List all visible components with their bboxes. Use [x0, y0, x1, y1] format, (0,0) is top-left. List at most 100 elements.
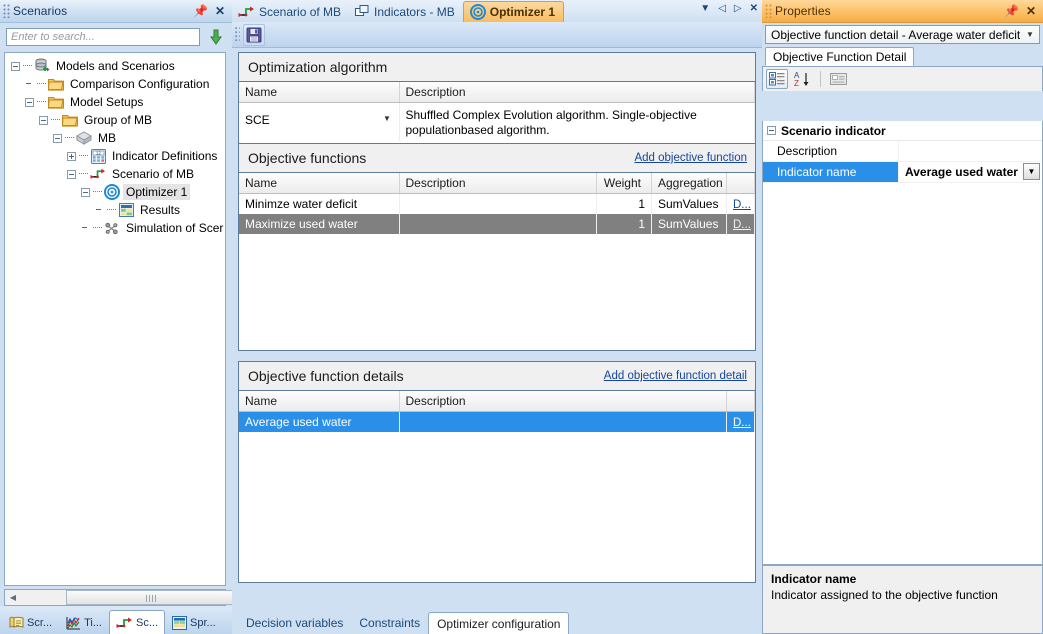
optimization-algorithm-grid[interactable]: Name Description SCE ▼ Shuffled Complex …	[239, 82, 755, 141]
column-header-name[interactable]: Name	[239, 391, 400, 412]
property-grid[interactable]: Scenario indicator Description Indicator …	[762, 121, 1043, 565]
tab-objective-function-detail[interactable]: Objective Function Detail	[765, 47, 915, 66]
close-icon[interactable]: ✕	[215, 5, 225, 17]
property-pages-icon[interactable]	[827, 69, 849, 89]
collapse-icon[interactable]	[11, 61, 20, 71]
objective-function-detail-link[interactable]: D...	[733, 219, 751, 231]
sidebar-doc-tab-3[interactable]: Spr...	[165, 610, 223, 634]
toolbar-separator	[820, 71, 821, 87]
tree-item-optimizer-1[interactable]: Optimizer 1	[5, 183, 225, 201]
document-tab-0[interactable]: Scenario of MB	[232, 1, 349, 22]
close-icon[interactable]: ✕	[750, 3, 758, 14]
tree-item-results[interactable]: Results	[5, 201, 225, 219]
chevron-down-icon[interactable]: ▼	[380, 110, 395, 127]
scenarios-panel: Scenarios 📌 ✕ Enter to search... Models …	[0, 0, 236, 634]
next-arrow-icon[interactable]: ▷	[734, 3, 742, 14]
column-header-weight[interactable]: Weight	[596, 173, 652, 194]
pin-icon[interactable]: 📌	[193, 5, 208, 17]
collapse-icon[interactable]	[767, 126, 776, 135]
toolbar-grip-icon[interactable]	[235, 26, 240, 43]
column-header-description[interactable]: Description	[399, 82, 755, 103]
categorized-icon[interactable]	[766, 69, 788, 89]
scroll-track[interactable]	[21, 590, 236, 605]
column-header-name[interactable]: Name	[239, 173, 400, 194]
properties-toolbar: A Z	[762, 67, 1043, 91]
tree-item-comparison-configuration[interactable]: Comparison Configuration	[5, 75, 225, 93]
table-header-row: Name Description	[239, 82, 755, 103]
column-header-description[interactable]: Description	[399, 173, 597, 194]
collapse-icon[interactable]	[39, 115, 48, 125]
down-arrow-icon[interactable]	[206, 27, 226, 47]
tab-navigation: ▼ ◁ ▷ ✕	[700, 3, 758, 14]
close-icon[interactable]: ✕	[1026, 5, 1036, 17]
table-row[interactable]: SCE ▼ Shuffled Complex Evolution algorit…	[239, 102, 755, 141]
collapse-icon[interactable]	[67, 169, 76, 179]
objective-function-detail-link[interactable]: D...	[733, 199, 751, 211]
add-objective-function-detail-link[interactable]: Add objective function detail	[604, 370, 747, 382]
tree-item-indicator-definitions[interactable]: 12 Indicator Definitions	[5, 147, 225, 165]
tab-label: Optimizer 1	[489, 5, 556, 19]
scroll-thumb[interactable]	[66, 590, 236, 605]
collapse-icon[interactable]	[53, 133, 62, 143]
property-category-row[interactable]: Scenario indicator	[763, 121, 1042, 141]
column-header-aggregation[interactable]: Aggregation	[651, 173, 727, 194]
tree-connector	[65, 137, 74, 139]
chevron-down-icon[interactable]: ▼	[1023, 30, 1037, 39]
alphabetical-sort-icon[interactable]: A Z	[792, 69, 814, 89]
collapse-icon[interactable]	[81, 187, 90, 197]
pin-icon[interactable]: 📌	[1004, 5, 1019, 17]
table-row[interactable]: Maximize used water 1 SumValues D...	[239, 214, 755, 234]
view-tab-2[interactable]: Optimizer configuration	[428, 612, 570, 634]
table-header-row: Name Description Weight Aggregation	[239, 173, 755, 194]
expand-icon[interactable]	[67, 151, 76, 161]
search-input[interactable]: Enter to search...	[6, 28, 200, 46]
view-tab-0[interactable]: Decision variables	[238, 612, 351, 634]
detail-link[interactable]: D...	[733, 417, 751, 429]
prev-arrow-icon[interactable]: ◁	[718, 3, 726, 14]
tree-item-simulation-of-scer[interactable]: Simulation of Scer	[5, 219, 225, 237]
tree-item-model-setups[interactable]: Model Setups	[5, 93, 225, 111]
tree-item-label: Scenario of MB	[112, 167, 195, 181]
objective-functions-grid[interactable]: Name Description Weight Aggregation Mini…	[239, 173, 755, 234]
objective-function-details-grid[interactable]: Name Description Average used water D...	[239, 391, 755, 432]
tree-item-group-of-mb[interactable]: Group of MB	[5, 111, 225, 129]
add-objective-function-link[interactable]: Add objective function	[634, 152, 747, 164]
sidebar-doc-tab-1[interactable]: Ti...	[59, 610, 109, 634]
table-row[interactable]: Minimze water deficit 1 SumValues D...	[239, 193, 755, 214]
save-icon[interactable]	[243, 23, 265, 46]
drag-grip-icon[interactable]	[3, 4, 10, 18]
document-area: Scenario of MB Indicators - MB Optimizer 1…	[232, 0, 762, 634]
tree-item-models-and-scenarios[interactable]: Models and Scenarios	[5, 57, 225, 75]
document-tab-1[interactable]: Indicators - MB	[349, 1, 463, 22]
property-value-cell[interactable]	[898, 141, 1042, 161]
document-tab-2[interactable]: Optimizer 1	[462, 1, 565, 22]
objective-function-description	[399, 214, 597, 234]
algorithm-name-cell[interactable]: SCE ▼	[239, 102, 400, 141]
sidebar-doc-tab-0[interactable]: Scr...	[2, 610, 59, 634]
tree-connector	[51, 119, 60, 121]
collapse-icon[interactable]	[25, 97, 34, 107]
property-row[interactable]: Description	[763, 141, 1042, 162]
tree-connector	[93, 191, 102, 193]
property-row[interactable]: Indicator name Average used water ▼	[763, 162, 1042, 183]
tree-item-scenario-of-mb[interactable]: Scenario of MB	[5, 165, 225, 183]
view-tab-1[interactable]: Constraints	[351, 612, 428, 634]
properties-panel-title: Properties	[775, 4, 831, 18]
objective-function-details-section: Objective function details Add objective…	[238, 361, 756, 583]
tree-item-mb[interactable]: MB	[5, 129, 225, 147]
drag-grip-icon[interactable]	[765, 4, 772, 18]
search-row: Enter to search...	[0, 23, 232, 51]
sidebar-doc-tab-2[interactable]: Sc...	[109, 610, 166, 634]
tree-horizontal-scrollbar[interactable]: ◀ ▶	[4, 589, 236, 606]
property-value-cell[interactable]: Average used water ▼	[898, 162, 1042, 182]
scenario-tree[interactable]: Models and Scenarios Comparison Configura…	[4, 52, 226, 586]
column-header-name[interactable]: Name	[239, 82, 400, 103]
column-header-blank[interactable]	[726, 391, 755, 412]
chevron-down-icon[interactable]: ▼	[700, 3, 710, 14]
object-selector-combobox[interactable]: Objective function detail - Average wate…	[765, 25, 1040, 44]
table-row[interactable]: Average used water D...	[239, 411, 755, 432]
column-header-description[interactable]: Description	[399, 391, 727, 412]
column-header-blank[interactable]	[726, 173, 755, 194]
chevron-down-icon[interactable]: ▼	[1023, 163, 1040, 180]
left-arrow-icon[interactable]: ◀	[5, 590, 21, 605]
